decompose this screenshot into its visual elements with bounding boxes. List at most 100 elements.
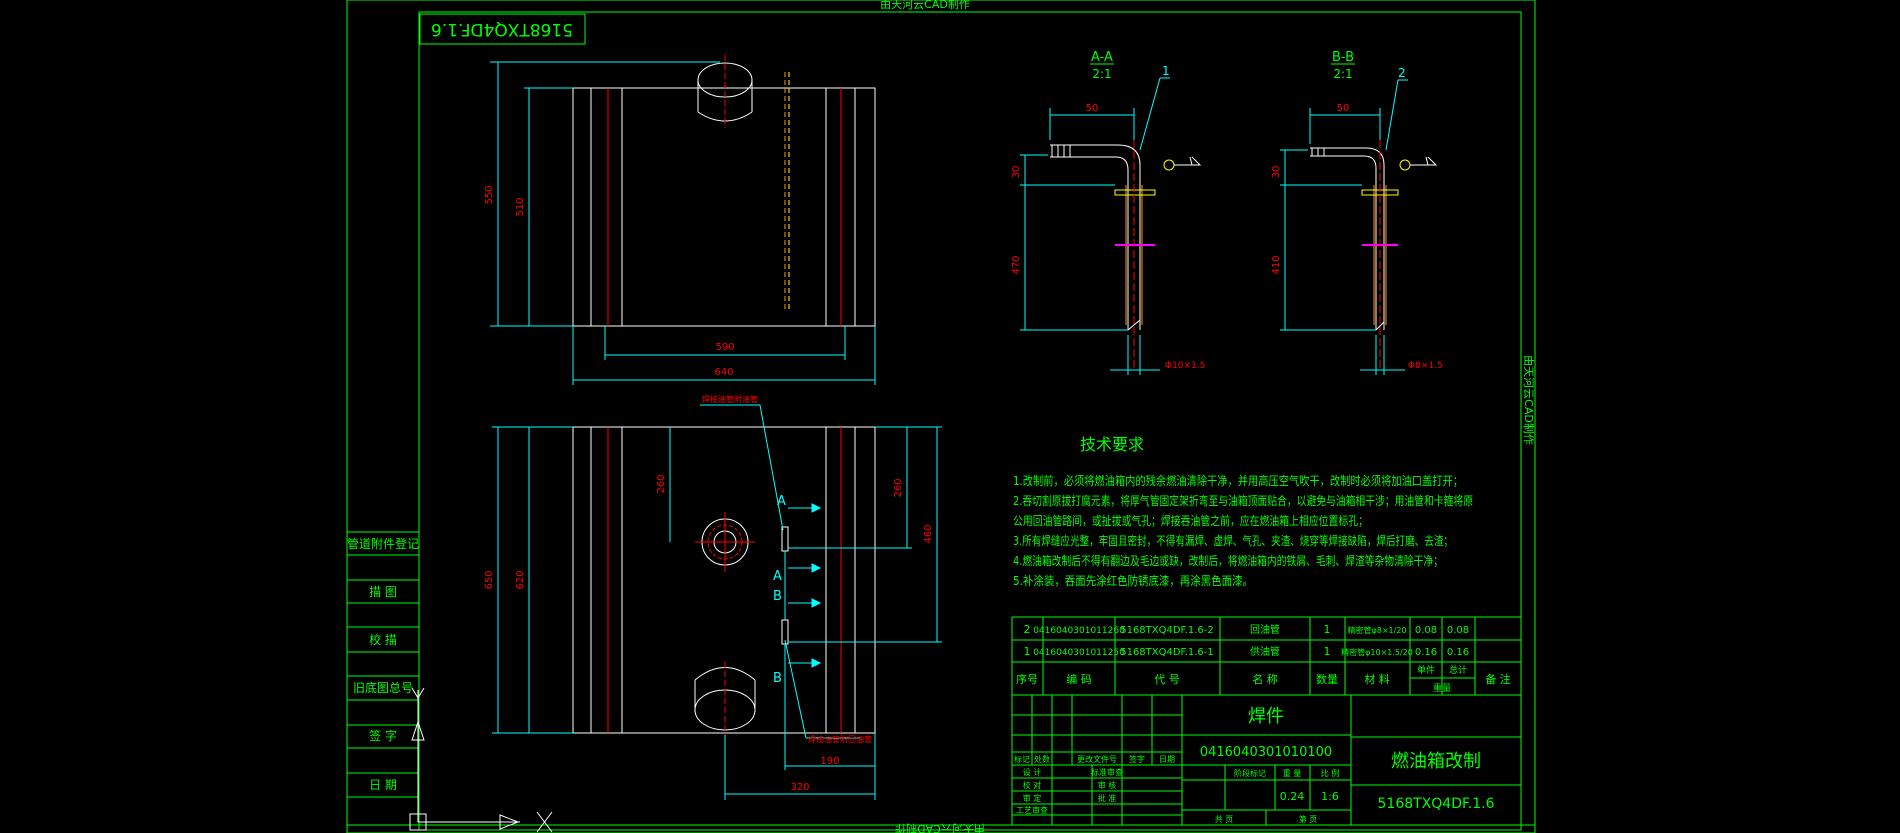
svg-text:1.改制前，必须将燃油箱内的残余燃油清除干净，并用高压空气吹: 1.改制前，必须将燃油箱内的残余燃油清除干净，并用高压空气吹干，改制时必须将加油… xyxy=(1013,473,1463,488)
sheet-border xyxy=(346,0,1536,833)
svg-text:2: 2 xyxy=(1398,66,1406,80)
svg-text:0416040301011250: 0416040301011250 xyxy=(1033,648,1125,658)
svg-text:30: 30 xyxy=(1271,166,1282,179)
top-dim-h1: 550 xyxy=(484,185,495,204)
svg-text:2: 2 xyxy=(1024,623,1031,636)
title-right: 由天河云CAD制作 xyxy=(1522,355,1536,445)
front-dim-side2: 260 xyxy=(893,478,904,497)
svg-text:数量: 数量 xyxy=(1316,673,1338,686)
drawing-tag: 5168TXQ4DF.1.6 xyxy=(431,19,573,39)
front-dim-side3: 460 xyxy=(923,524,934,543)
svg-text:旧底图总号: 旧底图总号 xyxy=(353,680,413,695)
svg-text:审 核: 审 核 xyxy=(1098,780,1117,790)
svg-text:1: 1 xyxy=(1024,645,1031,658)
svg-text:公用回油管路间，或扯拔或气孔；焊接吞油管之前，应在燃油箱上相: 公用回油管路间，或扯拔或气孔；焊接吞油管之前，应在燃油箱上相应位置标孔； xyxy=(1013,513,1368,528)
title-weight: 0.24 xyxy=(1280,790,1305,803)
section-a: A-A 2:1 1 50 30 470 Φ10×1.5 xyxy=(1011,50,1205,375)
svg-text:校 描: 校 描 xyxy=(369,632,397,647)
svg-text:编 码: 编 码 xyxy=(1066,672,1092,686)
svg-text:第 页: 第 页 xyxy=(1299,814,1318,824)
top-dim-h2: 510 xyxy=(515,197,526,216)
svg-text:重量: 重量 xyxy=(1433,682,1451,694)
svg-text:更改文件号: 更改文件号 xyxy=(1077,754,1117,764)
svg-text:Φ8×1.5: Φ8×1.5 xyxy=(1408,361,1443,371)
front-dim-h2: 620 xyxy=(515,570,526,589)
svg-text:处数: 处数 xyxy=(1034,754,1050,764)
svg-text:回油管: 回油管 xyxy=(1250,623,1280,636)
svg-text:2.吞切割原拔打腐元素，将厚气管固定架折弯至与油箱顶面贴合，: 2.吞切割原拔打腐元素，将厚气管固定架折弯至与油箱顶面贴合，以避免与油箱相干涉；… xyxy=(1013,493,1473,508)
svg-text:精密管φ10×1.5/20: 精密管φ10×1.5/20 xyxy=(1341,647,1413,657)
label-bottom-pipe: 焊接油管附回油管 xyxy=(808,734,872,744)
svg-text:批 准: 批 准 xyxy=(1098,793,1117,803)
svg-text:备 注: 备 注 xyxy=(1485,672,1511,686)
svg-text:B-B: B-B xyxy=(1332,50,1354,65)
svg-text:5168TXQ4DF.1.6-1: 5168TXQ4DF.1.6-1 xyxy=(1120,647,1214,658)
title-product: 燃油箱改制 xyxy=(1391,751,1481,772)
mark-b1: B xyxy=(773,589,782,604)
front-dim-h1: 650 xyxy=(484,570,495,589)
title-code: 0416040301010100 xyxy=(1200,745,1332,760)
svg-text:标准审查: 标准审查 xyxy=(1091,767,1123,777)
svg-text:0.16: 0.16 xyxy=(1447,647,1469,658)
mark-a2: A xyxy=(773,569,782,584)
title-bottom: 由天河云CAD制作 xyxy=(895,822,985,833)
title-type: 焊件 xyxy=(1248,706,1284,727)
svg-text:名 称: 名 称 xyxy=(1252,672,1278,686)
svg-text:签 字: 签 字 xyxy=(369,728,397,743)
svg-text:0.08: 0.08 xyxy=(1415,625,1437,636)
svg-text:50: 50 xyxy=(1337,103,1350,114)
svg-text:代 号: 代 号 xyxy=(1154,673,1180,686)
svg-text:标记: 标记 xyxy=(1014,754,1030,764)
front-dim-side1: 260 xyxy=(656,474,667,493)
title-top: 由天河云CAD制作 xyxy=(880,0,970,11)
cad-drawing[interactable]: 由天河云CAD制作 由天河云CAD制作 由天河云CAD制作 5168TXQ4DF… xyxy=(0,0,1900,833)
svg-text:单件: 单件 xyxy=(1417,664,1435,676)
svg-text:0.08: 0.08 xyxy=(1447,625,1469,636)
svg-text:材 料: 材 料 xyxy=(1364,672,1390,686)
svg-text:日期: 日期 xyxy=(1159,755,1175,764)
svg-text:共 页: 共 页 xyxy=(1215,815,1234,824)
svg-text:5.补涂装，吞面先涂红色防锈底漆，再涂黑色面漆。: 5.补涂装，吞面先涂红色防锈底漆，再涂黑色面漆。 xyxy=(1013,573,1253,588)
mark-b2: B xyxy=(773,671,782,686)
svg-text:精密管φ8×1/20: 精密管φ8×1/20 xyxy=(1347,625,1406,635)
svg-text:410: 410 xyxy=(1271,255,1282,274)
svg-text:日 期: 日 期 xyxy=(369,778,397,792)
side-labels: 管道附件登记 描 图 校 描 旧底图总号 签 字 日 期 xyxy=(347,536,419,792)
title-drawing-no: 5168TXQ4DF.1.6 xyxy=(1378,796,1495,812)
svg-text:供油管: 供油管 xyxy=(1250,645,1280,658)
svg-text:30: 30 xyxy=(1011,166,1022,179)
svg-text:2:1: 2:1 xyxy=(1092,67,1111,81)
svg-text:0416040301011260: 0416040301011260 xyxy=(1033,626,1125,636)
svg-text:2:1: 2:1 xyxy=(1333,67,1352,81)
svg-text:管道附件登记: 管道附件登记 xyxy=(347,536,419,551)
svg-text:比 例: 比 例 xyxy=(1321,768,1340,778)
svg-text:设 计: 设 计 xyxy=(1023,767,1042,777)
label-top-pipe: 焊接油管附油管 xyxy=(702,394,758,404)
svg-text:1: 1 xyxy=(1324,623,1331,636)
svg-text:工艺审查: 工艺审查 xyxy=(1016,805,1048,815)
svg-text:Φ10×1.5: Φ10×1.5 xyxy=(1165,361,1205,371)
svg-text:3.所有焊缝应光整，牢固且密封，不得有漏焊、虚焊、气孔、夹渣: 3.所有焊缝应光整，牢固且密封，不得有漏焊、虚焊、气孔、夹渣、烧穿等焊接缺陷，焊… xyxy=(1013,533,1453,548)
svg-text:总计: 总计 xyxy=(1449,664,1467,676)
svg-text:描 图: 描 图 xyxy=(369,585,397,599)
svg-text:5168TXQ4DF.1.6-2: 5168TXQ4DF.1.6-2 xyxy=(1120,625,1214,636)
svg-text:1: 1 xyxy=(1162,64,1170,78)
side-registration xyxy=(347,531,419,798)
title-scale: 1:6 xyxy=(1321,790,1339,803)
top-dim-w2: 640 xyxy=(714,367,733,378)
tech-requirements: 技术要求 1.改制前，必须将燃油箱内的残余燃油清除干净，并用高压空气吹干，改制时… xyxy=(1013,435,1473,588)
bom-row-1: 1 0416040301011250 5168TXQ4DF.1.6-1 供油管 … xyxy=(1024,645,1470,658)
front-view: A A B B 焊接油管附油管 焊接油管附回油管 650 620 260 260… xyxy=(484,394,942,800)
svg-text:阶段标记: 阶段标记 xyxy=(1234,768,1266,778)
svg-text:1: 1 xyxy=(1324,645,1331,658)
section-b: B-B 2:1 2 50 30 410 Φ8×1.5 xyxy=(1271,50,1443,375)
svg-text:签字: 签字 xyxy=(1129,754,1145,764)
bom-row-2: 2 0416040301011260 5168TXQ4DF.1.6-2 回油管 … xyxy=(1024,623,1470,636)
front-dim-b1: 190 xyxy=(820,756,839,767)
svg-text:4.燃油箱改制后不得有翻边及毛边或缺，改制后，将燃油箱内的铁: 4.燃油箱改制后不得有翻边及毛边或缺，改制后，将燃油箱内的铁屑、毛刺、焊渣等杂物… xyxy=(1013,553,1443,568)
svg-text:技术要求: 技术要求 xyxy=(1080,435,1144,454)
top-view: 550 510 590 640 xyxy=(484,55,876,385)
front-dim-b2: 320 xyxy=(790,782,809,793)
svg-text:审 定: 审 定 xyxy=(1023,793,1042,803)
svg-text:校 对: 校 对 xyxy=(1023,780,1042,790)
